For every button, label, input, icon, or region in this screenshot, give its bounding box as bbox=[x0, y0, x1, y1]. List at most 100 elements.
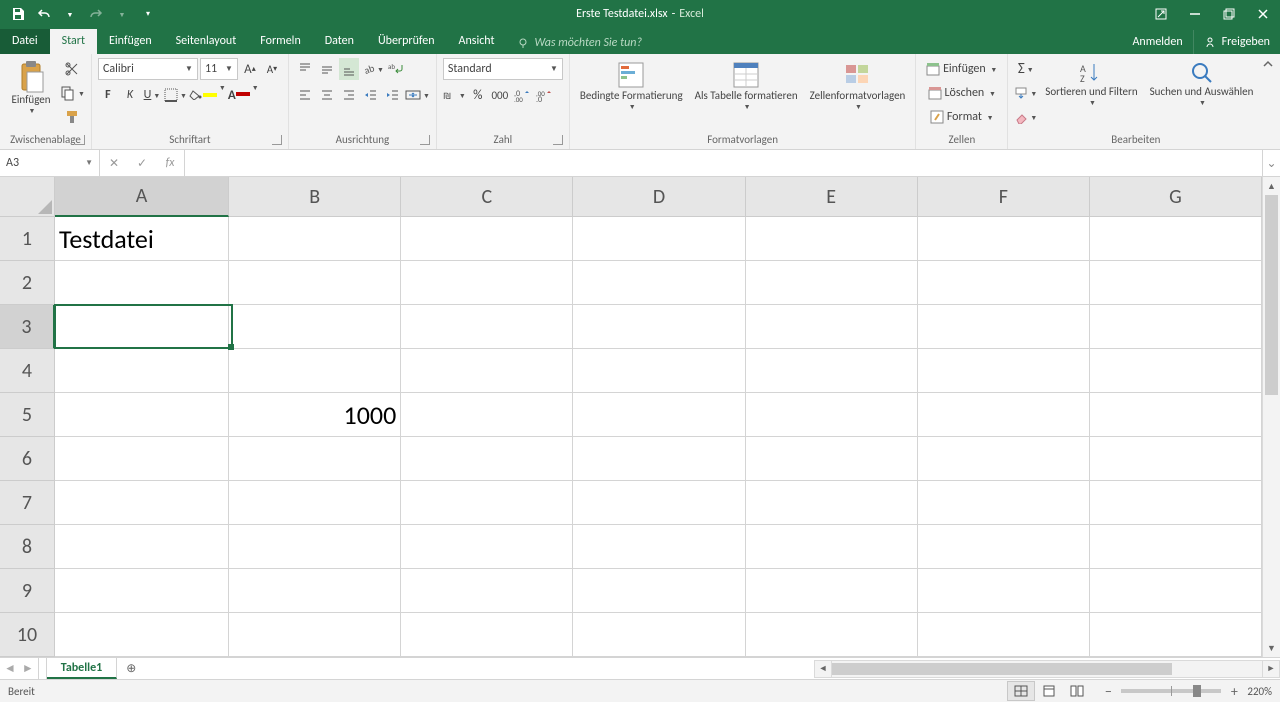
normal-view-button[interactable] bbox=[1007, 681, 1035, 701]
cell-C4[interactable] bbox=[401, 349, 573, 393]
save-icon[interactable] bbox=[6, 2, 30, 26]
sort-filter-button[interactable]: AZ Sortieren und Filtern▼ bbox=[1041, 58, 1141, 109]
cell-E7[interactable] bbox=[746, 481, 918, 525]
cell-E4[interactable] bbox=[746, 349, 918, 393]
scrollbar-thumb[interactable] bbox=[832, 663, 1172, 675]
cell-C2[interactable] bbox=[401, 261, 573, 305]
add-sheet-button[interactable]: ⊕ bbox=[117, 658, 145, 679]
insert-cells-button[interactable]: Einfügen ▼ bbox=[922, 58, 1001, 80]
cell-D10[interactable] bbox=[573, 613, 745, 657]
conditional-formatting-button[interactable]: Bedingte Formatierung▼ bbox=[576, 58, 687, 113]
scroll-down-icon[interactable]: ▼ bbox=[1263, 639, 1280, 657]
horizontal-scrollbar[interactable]: ◄ ► bbox=[814, 658, 1280, 679]
cut-button[interactable] bbox=[60, 58, 85, 80]
cell-G2[interactable] bbox=[1090, 261, 1262, 305]
ribbon-options-icon[interactable] bbox=[1144, 0, 1178, 28]
cell-C10[interactable] bbox=[401, 613, 573, 657]
formula-input[interactable] bbox=[185, 150, 1262, 176]
cell-G10[interactable] bbox=[1090, 613, 1262, 657]
increase-decimal-button[interactable]: ,0,00 bbox=[512, 84, 532, 106]
format-cells-button[interactable]: Format ▼ bbox=[922, 106, 1001, 128]
page-layout-view-button[interactable] bbox=[1035, 681, 1063, 701]
italic-button[interactable]: K bbox=[120, 84, 140, 106]
undo-icon[interactable] bbox=[32, 2, 56, 26]
cell-E9[interactable] bbox=[746, 569, 918, 613]
undo-dropdown-icon[interactable]: ▼ bbox=[58, 2, 82, 26]
fill-button[interactable]: ▼ bbox=[1014, 82, 1037, 104]
qat-customize-icon[interactable]: ▾ bbox=[136, 2, 160, 26]
cell-A4[interactable] bbox=[55, 349, 229, 393]
cell-F4[interactable] bbox=[918, 349, 1090, 393]
wrap-text-button[interactable]: ab bbox=[386, 58, 406, 80]
insert-function-icon[interactable]: fx bbox=[156, 156, 184, 170]
cell-A7[interactable] bbox=[55, 481, 229, 525]
collapse-ribbon-icon[interactable] bbox=[1262, 58, 1274, 70]
cell-F9[interactable] bbox=[918, 569, 1090, 613]
dialog-launcher-icon[interactable] bbox=[75, 135, 85, 145]
expand-formula-bar-icon[interactable]: ⌄ bbox=[1262, 150, 1280, 176]
font-name-combo[interactable]: Calibri▼ bbox=[98, 58, 198, 80]
cell-C3[interactable] bbox=[401, 305, 573, 349]
name-box[interactable]: A3▼ bbox=[0, 150, 100, 176]
cell-C5[interactable] bbox=[401, 393, 573, 437]
cell-G4[interactable] bbox=[1090, 349, 1262, 393]
cell-styles-button[interactable]: Zellenformatvorlagen▼ bbox=[806, 58, 910, 113]
cell-E3[interactable] bbox=[746, 305, 918, 349]
autosum-button[interactable]: Σ▼ bbox=[1014, 58, 1037, 80]
row-header[interactable]: 10 bbox=[0, 613, 55, 657]
cell-B9[interactable] bbox=[229, 569, 401, 613]
tab-ansicht[interactable]: Ansicht bbox=[447, 29, 507, 54]
decrease-decimal-button[interactable]: ,00,0 bbox=[534, 84, 554, 106]
cell-G9[interactable] bbox=[1090, 569, 1262, 613]
cell-F8[interactable] bbox=[918, 525, 1090, 569]
align-top-button[interactable] bbox=[295, 58, 315, 80]
redo-dropdown-icon[interactable]: ▼ bbox=[110, 2, 134, 26]
tab-formeln[interactable]: Formeln bbox=[248, 29, 312, 54]
tab-daten[interactable]: Daten bbox=[313, 29, 366, 54]
row-header[interactable]: 1 bbox=[0, 217, 55, 261]
row-header[interactable]: 4 bbox=[0, 349, 55, 393]
cell-F1[interactable] bbox=[918, 217, 1090, 261]
cell-E10[interactable] bbox=[746, 613, 918, 657]
column-header[interactable]: B bbox=[229, 177, 401, 217]
zoom-out-button[interactable]: − bbox=[1101, 683, 1115, 700]
copy-button[interactable]: ▼ bbox=[60, 82, 85, 104]
column-header[interactable]: C bbox=[401, 177, 573, 217]
tell-me-search[interactable]: Was möchten Sie tun? bbox=[507, 32, 653, 54]
cell-G6[interactable] bbox=[1090, 437, 1262, 481]
align-center-button[interactable] bbox=[317, 84, 337, 106]
row-header[interactable]: 6 bbox=[0, 437, 55, 481]
sheet-tab-active[interactable]: Tabelle1 bbox=[47, 658, 117, 679]
signin-link[interactable]: Anmelden bbox=[1122, 30, 1192, 54]
fill-color-button[interactable]: ▼ bbox=[189, 84, 226, 106]
row-header[interactable]: 5 bbox=[0, 393, 55, 437]
column-header[interactable]: G bbox=[1090, 177, 1262, 217]
cancel-formula-icon[interactable]: ✕ bbox=[100, 156, 128, 171]
cell-E8[interactable] bbox=[746, 525, 918, 569]
cell-D8[interactable] bbox=[573, 525, 745, 569]
cell-B4[interactable] bbox=[229, 349, 401, 393]
cell-A5[interactable] bbox=[55, 393, 229, 437]
find-select-button[interactable]: Suchen und Auswählen▼ bbox=[1146, 58, 1258, 109]
cell-G7[interactable] bbox=[1090, 481, 1262, 525]
cell-C9[interactable] bbox=[401, 569, 573, 613]
cell-B5[interactable]: 1000 bbox=[229, 393, 401, 437]
row-header[interactable]: 3 bbox=[0, 305, 55, 349]
merge-center-button[interactable]: ▼ bbox=[405, 84, 430, 106]
cell-A8[interactable] bbox=[55, 525, 229, 569]
format-as-table-button[interactable]: Als Tabelle formatieren▼ bbox=[691, 58, 802, 113]
cell-B3[interactable] bbox=[229, 305, 401, 349]
row-header[interactable]: 9 bbox=[0, 569, 55, 613]
cell-D7[interactable] bbox=[573, 481, 745, 525]
maximize-icon[interactable] bbox=[1212, 0, 1246, 28]
cell-D6[interactable] bbox=[573, 437, 745, 481]
underline-button[interactable]: U▼ bbox=[142, 84, 162, 106]
align-left-button[interactable] bbox=[295, 84, 315, 106]
decrease-indent-button[interactable] bbox=[361, 84, 381, 106]
format-painter-button[interactable] bbox=[60, 106, 85, 128]
column-header[interactable]: A bbox=[55, 177, 229, 217]
row-header[interactable]: 7 bbox=[0, 481, 55, 525]
scroll-left-icon[interactable]: ◄ bbox=[814, 660, 832, 678]
tab-start[interactable]: Start bbox=[50, 29, 97, 54]
cell-A1[interactable]: Testdatei bbox=[55, 217, 229, 261]
